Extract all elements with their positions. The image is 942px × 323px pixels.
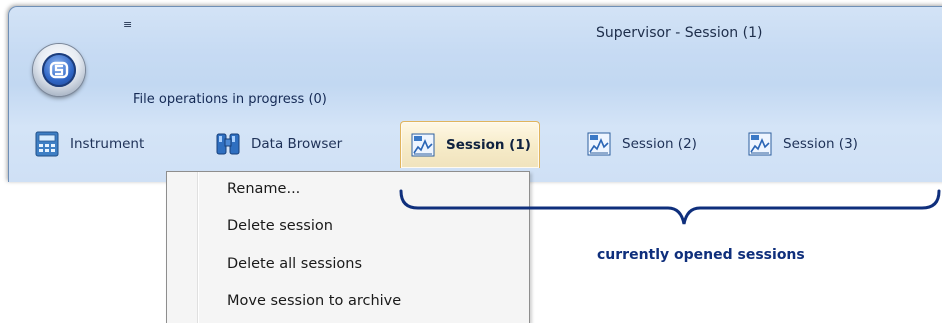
annotation-label: currently opened sessions: [597, 247, 805, 263]
tab-label: Data Browser: [251, 136, 343, 152]
quick-access-toolbar-arrow[interactable]: ≡: [123, 18, 132, 31]
menu-item-rename[interactable]: Rename...: [227, 181, 300, 197]
binoculars-icon: [214, 130, 242, 158]
tab-data-browser[interactable]: Data Browser: [214, 121, 342, 167]
tab-instrument[interactable]: Instrument: [33, 121, 144, 167]
tab-label: Session (2): [622, 136, 697, 152]
file-operations-status[interactable]: File operations in progress (0): [133, 92, 327, 107]
application-orb-button[interactable]: [33, 44, 85, 96]
session-icon: [746, 130, 774, 158]
tab-session-2[interactable]: Session (2): [585, 121, 697, 167]
brace-annotation: [399, 189, 941, 225]
tab-session-3[interactable]: Session (3): [746, 121, 858, 167]
tab-label: Instrument: [70, 136, 145, 152]
window-title: Supervisor - Session (1): [596, 25, 763, 41]
tab-label: Session (1): [446, 137, 531, 153]
instrument-icon: [33, 130, 61, 158]
app-logo-icon: [42, 53, 76, 87]
tab-label: Session (3): [783, 136, 858, 152]
application-window: ≡ Supervisor - Session (1) File operatio…: [8, 6, 942, 182]
menu-item-delete-session[interactable]: Delete session: [227, 218, 333, 234]
session-icon: [585, 130, 613, 158]
menu-item-move-to-archive[interactable]: Move session to archive: [227, 293, 401, 309]
session-icon: [409, 131, 437, 159]
menu-item-delete-all-sessions[interactable]: Delete all sessions: [227, 256, 362, 272]
tab-session-1[interactable]: Session (1): [400, 121, 540, 168]
